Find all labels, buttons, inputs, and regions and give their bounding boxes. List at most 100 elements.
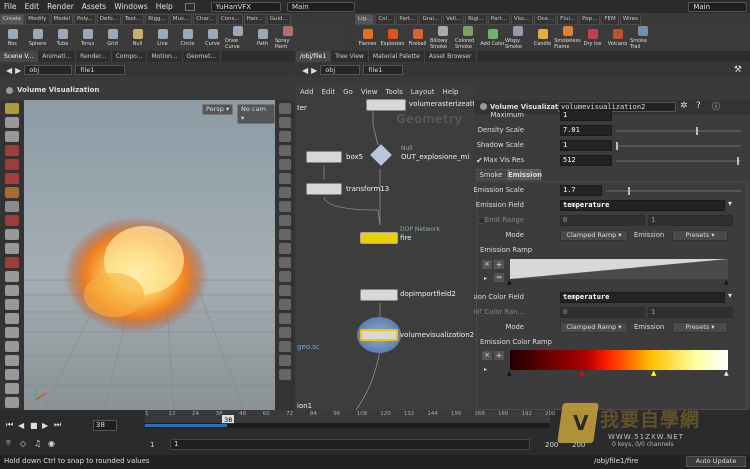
display-option-icon[interactable]	[279, 355, 291, 366]
pane-tab[interactable]: Geomet...	[183, 51, 222, 62]
color-key-4[interactable]: ▲	[724, 370, 729, 377]
shelf-tab[interactable]: Modify	[25, 13, 50, 25]
shelf-tab[interactable]: Lig...	[355, 13, 375, 25]
range-end-field[interactable]: 200	[545, 441, 558, 449]
desktop-select[interactable]: YuHanVFX	[210, 1, 281, 12]
display-option-icon[interactable]	[279, 201, 291, 212]
shadow-scale-field[interactable]: 1	[560, 140, 612, 151]
shelf-tab[interactable]: Model	[50, 13, 74, 25]
viewport-tool-icon[interactable]	[5, 159, 19, 170]
keyframe-icon[interactable]: ◇	[20, 439, 34, 448]
3d-viewport[interactable]: Persp ▾ No cam ▾	[24, 100, 275, 410]
path-obj[interactable]: obj	[320, 65, 361, 75]
display-option-icon[interactable]	[279, 285, 291, 296]
emission-scale-knob[interactable]	[628, 187, 630, 195]
shelf-tab[interactable]: Part...	[487, 13, 510, 25]
display-option-icon[interactable]	[279, 257, 291, 268]
shelf-tab[interactable]: Create	[0, 13, 25, 25]
emission-color-field-field[interactable]: temperature	[560, 292, 725, 303]
emit-color-range-max[interactable]: 1	[648, 307, 733, 318]
menu-windows[interactable]: Windows	[110, 0, 151, 13]
shelf-tab[interactable]: Defo...	[96, 13, 121, 25]
node-transform13[interactable]	[306, 183, 342, 195]
density-scale-slider[interactable]	[616, 127, 741, 135]
viewport-tool-icon[interactable]	[5, 383, 19, 394]
viewport-tool-icon[interactable]	[5, 327, 19, 338]
shelf-tool[interactable]: Tube	[50, 28, 75, 47]
chevron-down-icon[interactable]: ▾	[728, 199, 732, 208]
color-ramp-bar[interactable]	[510, 350, 728, 370]
shadow-scale-slider[interactable]	[616, 142, 741, 150]
net-menu-add[interactable]: Add	[296, 85, 318, 99]
playhead-frame[interactable]: 38	[221, 414, 236, 424]
shelf-tool[interactable]: Draw Curve	[225, 25, 250, 50]
display-option-icon[interactable]	[279, 341, 291, 352]
menu-file[interactable]: File	[0, 0, 21, 13]
emission-scale-slider[interactable]	[606, 187, 741, 195]
viewport-tool-icon[interactable]	[5, 299, 19, 310]
shelf-tab[interactable]: Visc...	[510, 13, 534, 25]
shelf-tool[interactable]: Grid	[100, 28, 125, 47]
shelf-tab[interactable]: Oce...	[534, 13, 557, 25]
shelf-tool[interactable]: Sphere	[25, 28, 50, 47]
menu-edit[interactable]: Edit	[21, 0, 44, 13]
viewport-tool-icon[interactable]	[5, 117, 19, 128]
emission-scale-field[interactable]: 1.7	[560, 185, 602, 196]
shelf-tool[interactable]: Volcano	[605, 28, 630, 47]
net-menu-layout[interactable]: Layout	[407, 85, 439, 99]
shelf-tab[interactable]: Mus...	[169, 13, 193, 25]
viewport-tool-icon[interactable]	[5, 173, 19, 184]
tab-emission[interactable]: Emission	[507, 169, 542, 180]
viewport-tool-icon[interactable]	[5, 355, 19, 366]
display-option-icon[interactable]	[279, 103, 291, 114]
viewport-tool-icon[interactable]	[5, 285, 19, 296]
tab-smoke[interactable]: Smoke	[476, 169, 506, 180]
context-select[interactable]: Main	[286, 1, 356, 12]
help-icon[interactable]: ?	[696, 101, 701, 111]
auto-update-button[interactable]: Auto Update	[686, 456, 746, 467]
presets-2-dropdown[interactable]: Presets ▾	[672, 322, 728, 333]
display-option-icon[interactable]	[279, 215, 291, 226]
path-obj[interactable]: obj	[24, 65, 73, 75]
shelf-tool[interactable]: Smokeless Flame	[554, 25, 581, 50]
display-option-icon[interactable]	[279, 327, 291, 338]
ramp-key-start[interactable]: ▲	[507, 279, 512, 286]
viewport-tool-icon[interactable]	[5, 215, 19, 226]
viewport-tool-icon[interactable]	[5, 271, 19, 282]
shelf-tab[interactable]: Char...	[193, 13, 217, 25]
key-icon[interactable]: ⌾	[6, 438, 20, 448]
viewport-tool-icon[interactable]	[5, 369, 19, 380]
emission-field-field[interactable]: temperature	[560, 200, 725, 211]
display-option-icon[interactable]	[279, 159, 291, 170]
node-volumerasterize[interactable]	[366, 99, 406, 111]
shelf-tab[interactable]: FEM	[601, 13, 619, 25]
camera-menu[interactable]: No cam ▾	[237, 104, 275, 124]
presets-dropdown[interactable]: Presets ▾	[672, 230, 728, 241]
maximum-field[interactable]: 1	[560, 110, 612, 121]
shelf-tab[interactable]: Part...	[396, 13, 419, 25]
pane-tab[interactable]: Scene V...	[0, 51, 39, 62]
max-vis-res-slider[interactable]	[616, 157, 741, 165]
persp-menu[interactable]: Persp ▾	[202, 104, 234, 115]
pane-tab[interactable]: Compo...	[112, 51, 148, 62]
forward-arrow-icon[interactable]: ▶	[311, 66, 317, 75]
node-volumevisualization2[interactable]	[360, 329, 398, 341]
path-node[interactable]: file1	[75, 65, 126, 75]
pane-tab[interactable]: Asset Browser	[425, 51, 477, 62]
shelf-tool[interactable]: Dry Ice	[580, 28, 605, 47]
shelf-tab[interactable]: Rigi...	[465, 13, 487, 25]
display-option-icon[interactable]	[279, 173, 291, 184]
menu-help[interactable]: Help	[152, 0, 177, 13]
timeline-ruler[interactable]: 1 12 24 38 48 60 72 84 96 108 120 132 144 156 168 180 19…	[145, 410, 556, 423]
shelf-tool[interactable]: Box	[0, 28, 25, 47]
display-option-icon[interactable]	[279, 131, 291, 142]
emission-ramp-widget[interactable]: × + ▸ ⇔ ▲ ▲	[480, 259, 742, 289]
color-ramp-play-icon[interactable]: ▸	[484, 366, 487, 373]
ramp-delete-icon[interactable]: ×	[482, 260, 492, 269]
pane-tab[interactable]: Motion...	[147, 51, 183, 62]
color-key-1[interactable]: ▲	[507, 370, 512, 377]
viewport-tool-icon[interactable]	[5, 201, 19, 212]
shelf-tab[interactable]: Hair...	[243, 13, 266, 25]
display-option-icon[interactable]	[279, 243, 291, 254]
shelf-tab[interactable]: Poly...	[74, 13, 96, 25]
